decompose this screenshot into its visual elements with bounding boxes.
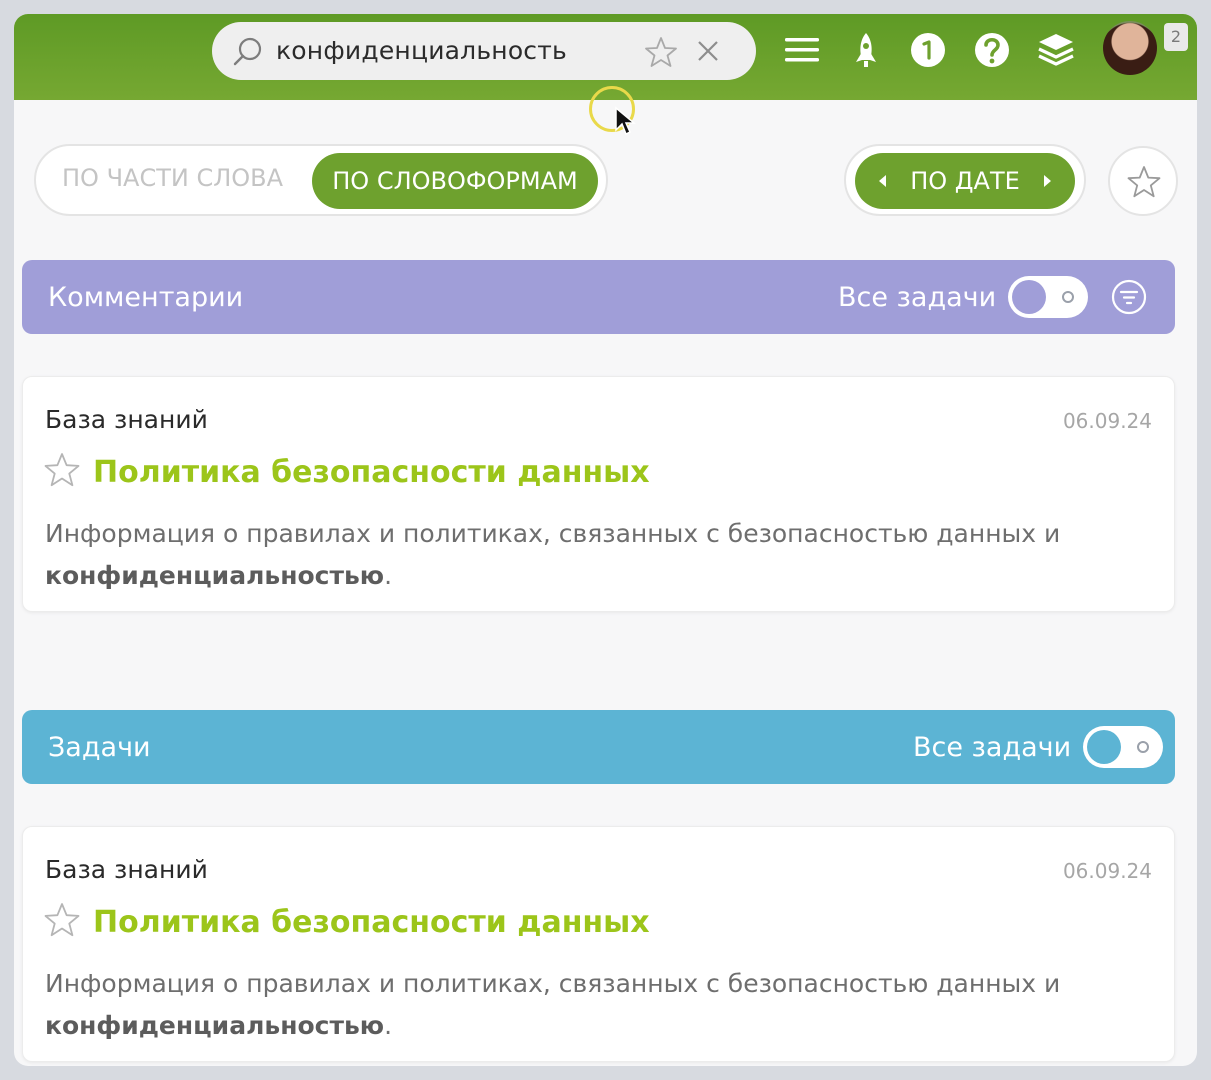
chevron-right-icon[interactable] [1043, 173, 1053, 189]
sort-label: ПО ДАТЕ [910, 167, 1020, 195]
mode-partial-word-button[interactable]: ПО ЧАСТИ СЛОВА [62, 164, 283, 192]
result-date: 06.09.24 [1062, 409, 1152, 433]
section-title: Комментарии [48, 282, 244, 313]
sort-by-date-button[interactable]: ПО ДАТЕ [855, 153, 1075, 209]
favorites-button[interactable] [1108, 146, 1178, 216]
result-card[interactable]: База знаний 06.09.24 Политика безопаснос… [22, 376, 1175, 612]
result-title-link[interactable]: Политика безопасности данных [93, 455, 650, 490]
app-window: конфиденциальность 2 ПО ЧАСТИ СЛОВА ПО С… [14, 14, 1197, 1066]
all-tasks-toggle[interactable] [1083, 726, 1163, 768]
filter-icon[interactable] [1110, 278, 1148, 316]
search-icon [233, 37, 262, 66]
all-tasks-label: Все задачи [838, 282, 997, 313]
result-snippet: Информация о правилах и политиках, связа… [45, 969, 1061, 1040]
section-title: Задачи [48, 732, 151, 763]
clock-icon[interactable] [908, 30, 948, 70]
mouse-cursor-icon [615, 106, 636, 136]
result-category: База знаний [45, 405, 208, 434]
sort-control: ПО ДАТЕ [844, 144, 1086, 216]
notification-badge[interactable]: 2 [1164, 23, 1188, 51]
result-category: База знаний [45, 855, 208, 884]
result-date: 06.09.24 [1062, 859, 1152, 883]
highlighted-match: конфиденциальностью [45, 561, 385, 590]
star-icon [1127, 166, 1161, 198]
star-icon[interactable] [43, 901, 81, 939]
highlighted-match: конфиденциальностью [45, 1011, 385, 1040]
search-field[interactable]: конфиденциальность [212, 22, 756, 80]
result-snippet: Информация о правилах и политиках, связа… [45, 519, 1061, 590]
mode-wordforms-button[interactable]: ПО СЛОВОФОРМАМ [312, 153, 598, 209]
menu-icon[interactable] [782, 30, 822, 70]
help-icon[interactable] [972, 30, 1012, 70]
close-icon[interactable] [696, 39, 720, 63]
all-tasks-toggle[interactable] [1008, 276, 1088, 318]
result-title-link[interactable]: Политика безопасности данных [93, 905, 650, 940]
toggle-indicator [1137, 741, 1149, 753]
section-tasks-header: Задачи Все задачи [22, 710, 1175, 784]
toggle-knob [1087, 730, 1121, 764]
all-tasks-label: Все задачи [913, 732, 1072, 763]
rocket-icon[interactable] [846, 30, 886, 70]
search-query[interactable]: конфиденциальность [276, 36, 567, 65]
search-mode-toggle: ПО ЧАСТИ СЛОВА ПО СЛОВОФОРМАМ [34, 144, 608, 216]
avatar[interactable] [1103, 21, 1157, 75]
result-card[interactable]: База знаний 06.09.24 Политика безопаснос… [22, 826, 1175, 1062]
toggle-indicator [1062, 291, 1074, 303]
star-icon[interactable] [644, 35, 678, 69]
chevron-left-icon[interactable] [877, 173, 887, 189]
layers-icon[interactable] [1036, 30, 1076, 70]
toggle-knob [1012, 280, 1046, 314]
star-icon[interactable] [43, 451, 81, 489]
section-comments-header: Комментарии Все задачи [22, 260, 1175, 334]
